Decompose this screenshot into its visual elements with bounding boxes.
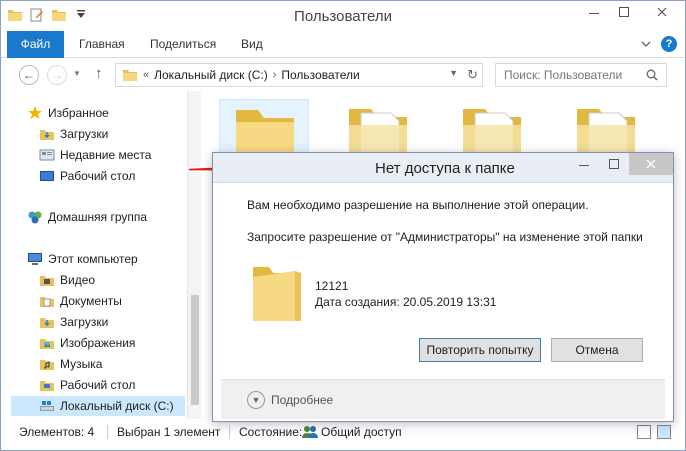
computer-icon xyxy=(28,253,42,265)
expand-ribbon-icon[interactable] xyxy=(641,39,651,49)
state-label: Состояние: xyxy=(239,425,303,439)
nav-downloads[interactable]: Загрузки xyxy=(39,124,108,144)
dialog-title-bar: Нет доступа к папке xyxy=(213,153,673,183)
desktop-icon xyxy=(40,171,54,181)
tab-view[interactable]: Вид xyxy=(229,31,275,58)
nav-recent-places[interactable]: Недавние места xyxy=(39,145,151,165)
dialog-minimize-button[interactable] xyxy=(569,153,599,175)
documents-folder-icon xyxy=(40,297,54,307)
dialog-maximize-button[interactable] xyxy=(599,153,629,175)
search-input[interactable]: Поиск: Пользователи xyxy=(495,63,667,87)
title-bar: Пользователи xyxy=(1,1,685,31)
nav-this-pc[interactable]: Этот компьютер xyxy=(27,249,138,269)
breadcrumb-drive[interactable]: Локальный диск (C:) xyxy=(154,68,268,82)
more-details-link[interactable]: Подробнее xyxy=(271,393,333,407)
nav-scrollbar-thumb[interactable] xyxy=(191,295,199,405)
selection-count: Выбран 1 элемент xyxy=(117,425,221,439)
breadcrumb-users[interactable]: Пользователи xyxy=(281,68,359,82)
ribbon-right: ? xyxy=(641,36,677,52)
tab-home[interactable]: Главная xyxy=(67,31,137,58)
overflow-chevron[interactable]: « xyxy=(143,69,149,81)
large-icons-view-icon[interactable] xyxy=(657,425,671,439)
maximize-button[interactable] xyxy=(609,1,639,23)
shared-users-icon xyxy=(302,426,318,438)
dialog-footer: ▼ Подробнее xyxy=(221,379,665,419)
up-button[interactable]: ↑ xyxy=(95,65,103,82)
tab-share[interactable]: Поделиться xyxy=(138,31,228,58)
tab-file[interactable]: Файл xyxy=(7,31,64,58)
item-count: Элементов: 4 xyxy=(19,425,95,439)
video-folder-icon xyxy=(40,276,54,286)
dialog-body: Вам необходимо разрешение на выполнение … xyxy=(221,183,665,379)
back-button[interactable]: ← xyxy=(19,65,39,85)
minimize-icon xyxy=(589,13,599,14)
nav-local-disk[interactable]: Локальный диск (C:) xyxy=(11,396,185,416)
nav-scrollbar[interactable] xyxy=(187,91,201,419)
arrow-left-icon: ← xyxy=(23,68,35,82)
folder-icon xyxy=(123,70,137,81)
divider xyxy=(107,425,108,439)
folder-icon xyxy=(253,267,301,321)
cancel-button[interactable]: Отмена xyxy=(551,338,643,362)
maximize-icon xyxy=(609,159,619,169)
search-placeholder: Поиск: Пользователи xyxy=(504,68,623,82)
nav-pictures[interactable]: Изображения xyxy=(39,333,135,353)
close-icon xyxy=(657,7,667,17)
address-row: ← → ▼ ↑ « Локальный диск (C:) › Пользова… xyxy=(1,59,685,91)
recent-places-icon xyxy=(39,149,55,161)
access-denied-dialog: Нет доступа к папке Вам необходимо разре… xyxy=(212,152,674,422)
minimize-icon xyxy=(579,165,589,166)
nav-downloads-pc[interactable]: Загрузки xyxy=(39,312,108,332)
desktop-folder-icon xyxy=(40,381,54,391)
nav-desktop[interactable]: Рабочий стол xyxy=(39,166,135,186)
nav-favorites[interactable]: Избранное xyxy=(27,103,109,123)
nav-desktop-pc[interactable]: Рабочий стол xyxy=(39,375,135,395)
recent-locations-dropdown-icon[interactable]: ▼ xyxy=(73,69,81,78)
dialog-title: Нет доступа к папке xyxy=(375,160,515,177)
help-icon[interactable]: ? xyxy=(661,36,677,52)
search-icon xyxy=(646,69,658,81)
drive-icon xyxy=(40,401,54,411)
arrow-right-icon: → xyxy=(51,68,63,82)
nav-homegroup[interactable]: Домашняя группа xyxy=(27,207,147,227)
close-icon xyxy=(646,159,656,169)
folder-name: 12121 xyxy=(315,279,349,293)
nav-music[interactable]: Музыка xyxy=(39,354,102,374)
ribbon: Файл Главная Поделиться Вид ? xyxy=(1,31,685,58)
music-folder-icon xyxy=(40,360,54,370)
close-button[interactable] xyxy=(639,1,685,23)
request-permission-message: Запросите разрешение от "Администраторы"… xyxy=(247,230,643,244)
folder-created-date: Дата создания: 20.05.2019 13:31 xyxy=(315,295,497,309)
window-controls xyxy=(579,1,685,23)
nav-documents[interactable]: Документы xyxy=(39,291,122,311)
pictures-folder-icon xyxy=(40,339,54,349)
minimize-button[interactable] xyxy=(579,1,609,23)
state-value: Общий доступ xyxy=(321,425,402,439)
permission-message: Вам необходимо разрешение на выполнение … xyxy=(247,198,589,212)
forward-button[interactable]: → xyxy=(47,65,67,85)
maximize-icon xyxy=(619,7,629,17)
details-view-icon[interactable] xyxy=(637,425,651,439)
downloads-folder-icon xyxy=(40,318,54,328)
star-icon xyxy=(28,106,42,119)
address-dropdown-icon[interactable]: ▼ xyxy=(449,68,458,78)
navigation-pane: Избранное Загрузки Недавние места Рабочи… xyxy=(1,91,201,419)
chevron-right-icon[interactable]: › xyxy=(273,69,277,81)
dialog-window-controls xyxy=(569,153,673,175)
nav-video[interactable]: Видео xyxy=(39,270,95,290)
arrow-up-icon: ↑ xyxy=(95,65,103,82)
dialog-close-button[interactable] xyxy=(629,153,673,175)
homegroup-icon xyxy=(28,211,42,224)
status-bar: Элементов: 4 Выбран 1 элемент Состояние:… xyxy=(1,421,685,443)
downloads-folder-icon xyxy=(40,130,54,140)
retry-button[interactable]: Повторить попытку xyxy=(419,338,541,362)
divider xyxy=(229,425,230,439)
refresh-icon[interactable]: ↻ xyxy=(467,67,478,83)
address-bar[interactable]: « Локальный диск (C:) › Пользователи ▼ ↻ xyxy=(115,63,483,87)
chevron-down-icon[interactable]: ▼ xyxy=(247,391,265,409)
